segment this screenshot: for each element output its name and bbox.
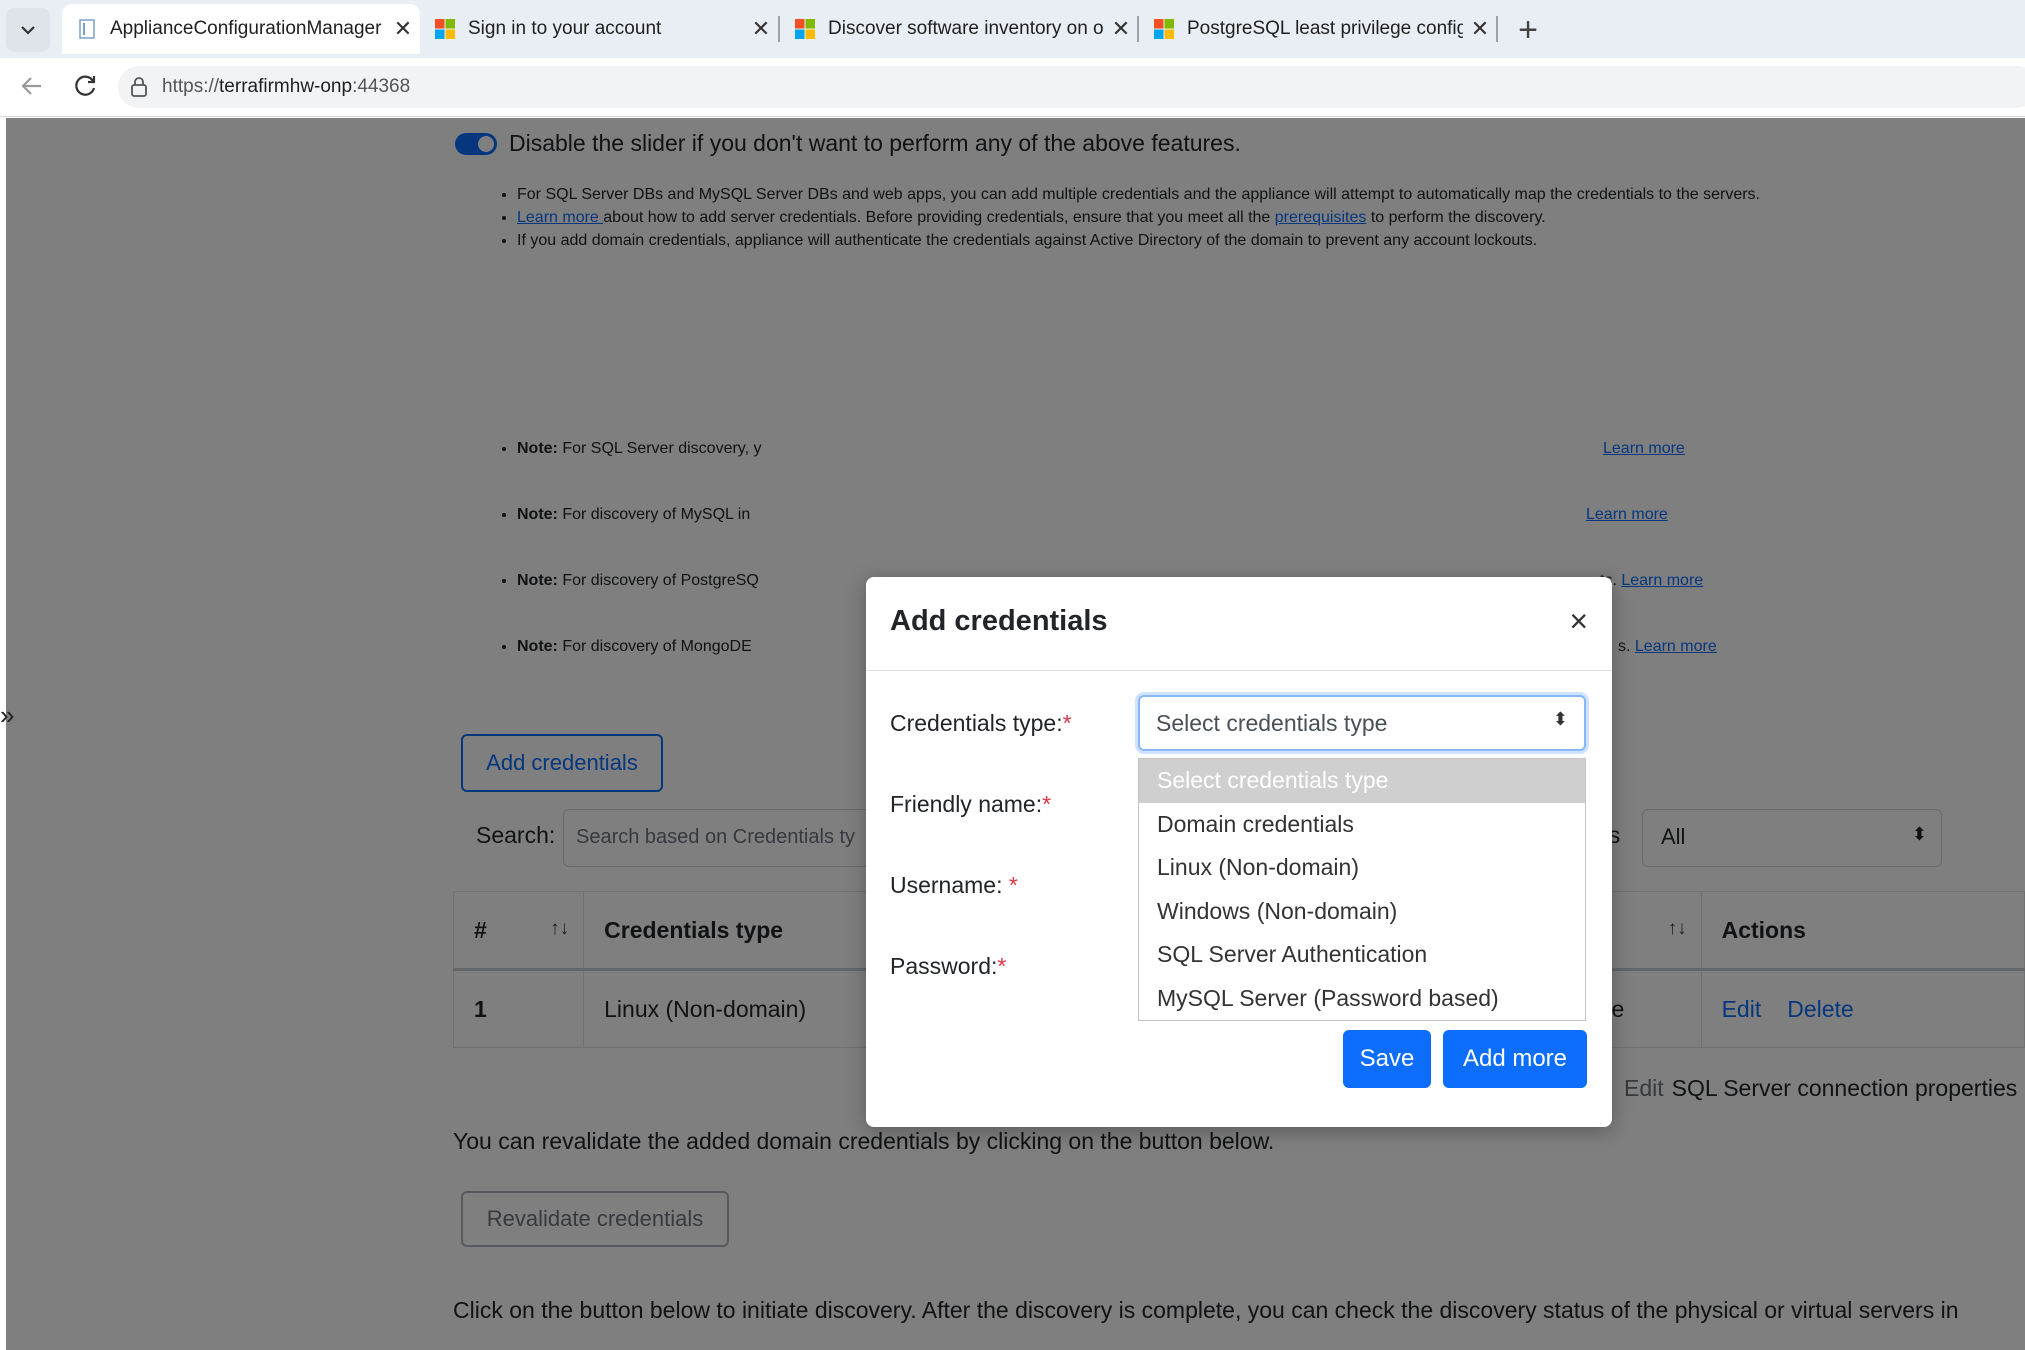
credentials-type-select[interactable]: Select credentials type ⬍ [1138, 695, 1586, 751]
close-icon[interactable]: ✕ [744, 16, 778, 42]
plus-icon: + [1518, 10, 1538, 49]
arrow-left-icon [21, 77, 41, 95]
add-more-button[interactable]: Add more [1443, 1030, 1587, 1088]
modal-title: Add credentials [890, 605, 1108, 637]
required-mark: * [1008, 872, 1018, 898]
dropdown-option[interactable]: MySQL Server (Password based) [1139, 977, 1585, 1021]
label-text: Friendly name: [890, 791, 1043, 817]
tab-title: ApplianceConfigurationManager [110, 18, 382, 39]
dropdown-option[interactable]: Select credentials type [1139, 759, 1585, 803]
tab-separator [1496, 16, 1498, 42]
tab-sign-in[interactable]: Sign in to your account ✕ [420, 4, 778, 54]
chevron-down-icon [21, 26, 35, 35]
tab-strip: ApplianceConfigurationManager ✕ Sign in … [0, 0, 2025, 58]
dropdown-option[interactable]: Windows (Non-domain) [1139, 890, 1585, 934]
required-mark: * [1042, 791, 1052, 817]
close-icon[interactable]: ✕ [1104, 16, 1138, 42]
credentials-type-dropdown: Select credentials type Domain credentia… [1138, 758, 1586, 1021]
required-mark: * [997, 953, 1007, 979]
dropdown-option[interactable]: Domain credentials [1139, 803, 1585, 847]
friendly-name-label: Friendly name:* [890, 791, 1051, 818]
password-label: Password:* [890, 953, 1006, 980]
back-button[interactable] [10, 64, 54, 108]
microsoft-logo-icon [435, 19, 455, 39]
modal-header: Add credentials × [866, 577, 1612, 671]
new-tab-button[interactable]: + [1506, 8, 1550, 52]
reload-icon [75, 75, 96, 96]
address-bar[interactable]: https://terrafirmhw-onp:44368 [118, 66, 2025, 108]
dropdown-option[interactable]: SQL Server Authentication [1139, 933, 1585, 977]
close-icon[interactable]: ✕ [1463, 16, 1497, 42]
dropdown-option[interactable]: Linux (Non-domain) [1139, 846, 1585, 890]
tab-appliance-config[interactable]: ApplianceConfigurationManager ✕ [62, 4, 420, 54]
username-label: Username: * [890, 872, 1018, 899]
url-port: :44368 [352, 76, 411, 97]
close-icon[interactable]: ✕ [386, 16, 420, 42]
microsoft-logo-icon [1154, 19, 1174, 39]
microsoft-logo-icon [795, 19, 815, 39]
required-mark: * [1062, 710, 1072, 736]
select-arrows-icon: ⬍ [1552, 709, 1568, 729]
tab-title: Sign in to your account [468, 18, 662, 39]
url-host: terrafirmhw-onp [219, 76, 353, 97]
browser-toolbar: https://terrafirmhw-onp:44368 [0, 58, 2025, 117]
reload-button[interactable] [64, 64, 108, 108]
lock-icon [131, 77, 147, 97]
url-scheme: https:// [162, 76, 220, 97]
tab-title: Discover software inventory on on [828, 18, 1104, 39]
select-value: Select credentials type [1156, 710, 1388, 736]
credentials-type-label: Credentials type:* [890, 710, 1072, 737]
expand-panel-icon[interactable]: » [0, 700, 14, 731]
page-icon [79, 19, 95, 39]
close-icon[interactable]: × [1569, 603, 1588, 640]
add-credentials-dialog: Add credentials × Credentials type:* Fri… [866, 577, 1612, 1127]
label-text: Password: [890, 953, 998, 979]
tab-title: PostgreSQL least privilege configu [1187, 18, 1463, 39]
label-text: Username: [890, 872, 1009, 898]
tab-list-button[interactable] [6, 8, 50, 52]
label-text: Credentials type: [890, 710, 1063, 736]
page-content: Disable the slider if you don't want to … [6, 118, 2025, 1350]
save-button[interactable]: Save [1343, 1030, 1431, 1088]
tab-discover-software[interactable]: Discover software inventory on on ✕ [780, 4, 1138, 54]
tab-postgresql[interactable]: PostgreSQL least privilege configu ✕ [1139, 4, 1497, 54]
